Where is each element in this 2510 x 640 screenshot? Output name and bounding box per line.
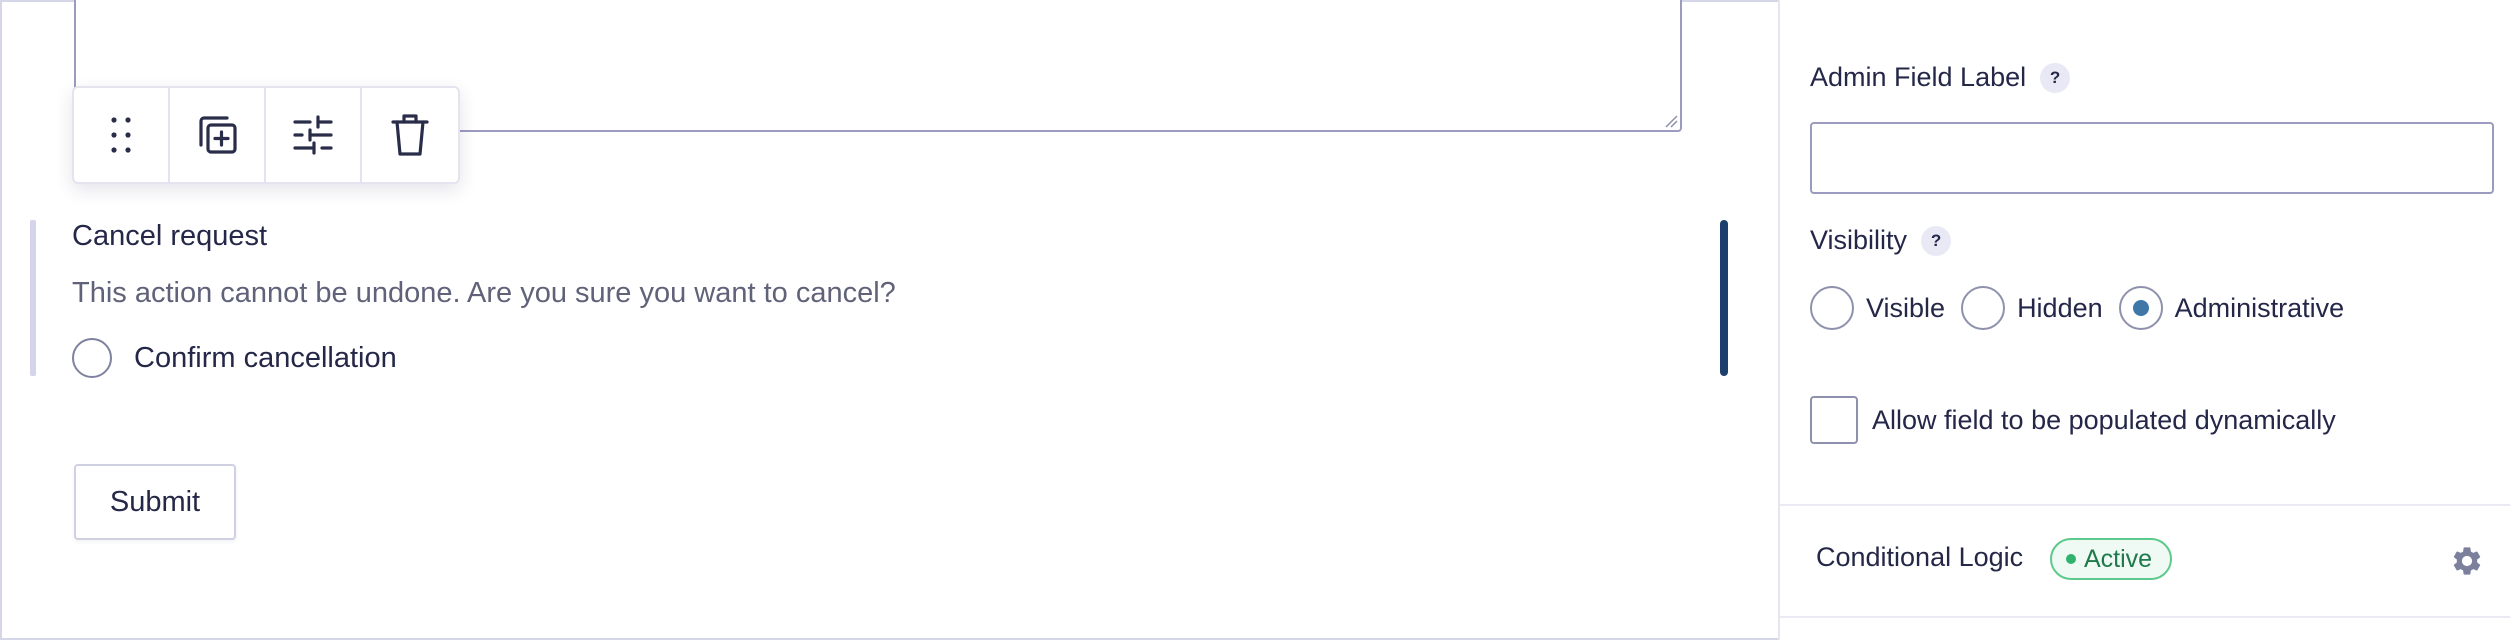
field-left-indicator [30, 220, 36, 376]
field-settings-panel: Admin Field Label ? Visibility ? Visible… [1778, 0, 2510, 640]
admin-field-label-input[interactable] [1810, 122, 2494, 194]
visibility-options: Visible Hidden Administrative [1810, 286, 2360, 330]
gear-icon[interactable] [2450, 544, 2484, 578]
status-badge-text: Active [2084, 544, 2153, 573]
dynamic-population-option[interactable]: Allow field to be populated dynamically [1810, 396, 2336, 444]
confirm-cancellation-choice[interactable]: Confirm cancellation [72, 338, 397, 378]
drag-handle-icon [111, 117, 131, 153]
delete-field-button[interactable] [362, 88, 458, 182]
duplicate-field-button[interactable] [170, 88, 266, 182]
selected-consent-field[interactable]: Cancel request This action cannot be und… [30, 220, 1728, 378]
visible-radio[interactable] [1810, 286, 1854, 330]
hidden-radio[interactable] [1961, 286, 2006, 330]
admin-field-label-help-icon[interactable]: ? [2040, 62, 2071, 93]
settings-sliders-icon [293, 115, 333, 155]
visibility-heading: Visibility [1810, 225, 1908, 255]
dynamic-population-checkbox[interactable] [1810, 396, 1858, 444]
visibility-help-icon[interactable]: ? [1921, 225, 1952, 256]
choice-label: Confirm cancellation [134, 341, 397, 374]
field-label: Cancel request [72, 220, 268, 252]
section-divider [1780, 616, 2510, 618]
visibility-option-administrative[interactable]: Administrative [2118, 286, 2345, 330]
dynamic-population-label: Allow field to be populated dynamically [1872, 404, 2336, 435]
field-settings-button[interactable] [266, 88, 362, 182]
administrative-label: Administrative [2174, 292, 2345, 323]
visibility-option-visible[interactable]: Visible [1810, 286, 1945, 330]
section-divider [1780, 504, 2510, 506]
trash-icon [391, 114, 429, 156]
field-description: This action cannot be undone. Are you su… [72, 277, 896, 309]
duplicate-icon [199, 116, 237, 154]
visibility-option-hidden[interactable]: Hidden [1961, 286, 2103, 330]
form-editor-canvas: Cancel request This action cannot be und… [0, 0, 1778, 640]
conditional-logic-status-badge: Active [2050, 538, 2173, 580]
visibility-label-row: Visibility ? [1810, 225, 1952, 256]
field-action-toolbar [72, 86, 460, 184]
drag-field-button[interactable] [74, 88, 170, 182]
status-dot-icon [2066, 554, 2076, 564]
resize-grip-icon[interactable] [1662, 112, 1678, 128]
administrative-radio[interactable] [2118, 286, 2163, 330]
submit-button[interactable]: Submit [74, 464, 236, 540]
admin-field-label-row: Admin Field Label ? [1810, 62, 2071, 93]
field-selected-indicator [1720, 220, 1728, 376]
visible-label: Visible [1866, 292, 1946, 323]
hidden-label: Hidden [2017, 292, 2103, 323]
admin-field-label-heading: Admin Field Label [1810, 62, 2027, 92]
conditional-logic-title[interactable]: Conditional Logic [1816, 542, 2023, 573]
confirm-cancellation-radio[interactable] [72, 338, 112, 378]
